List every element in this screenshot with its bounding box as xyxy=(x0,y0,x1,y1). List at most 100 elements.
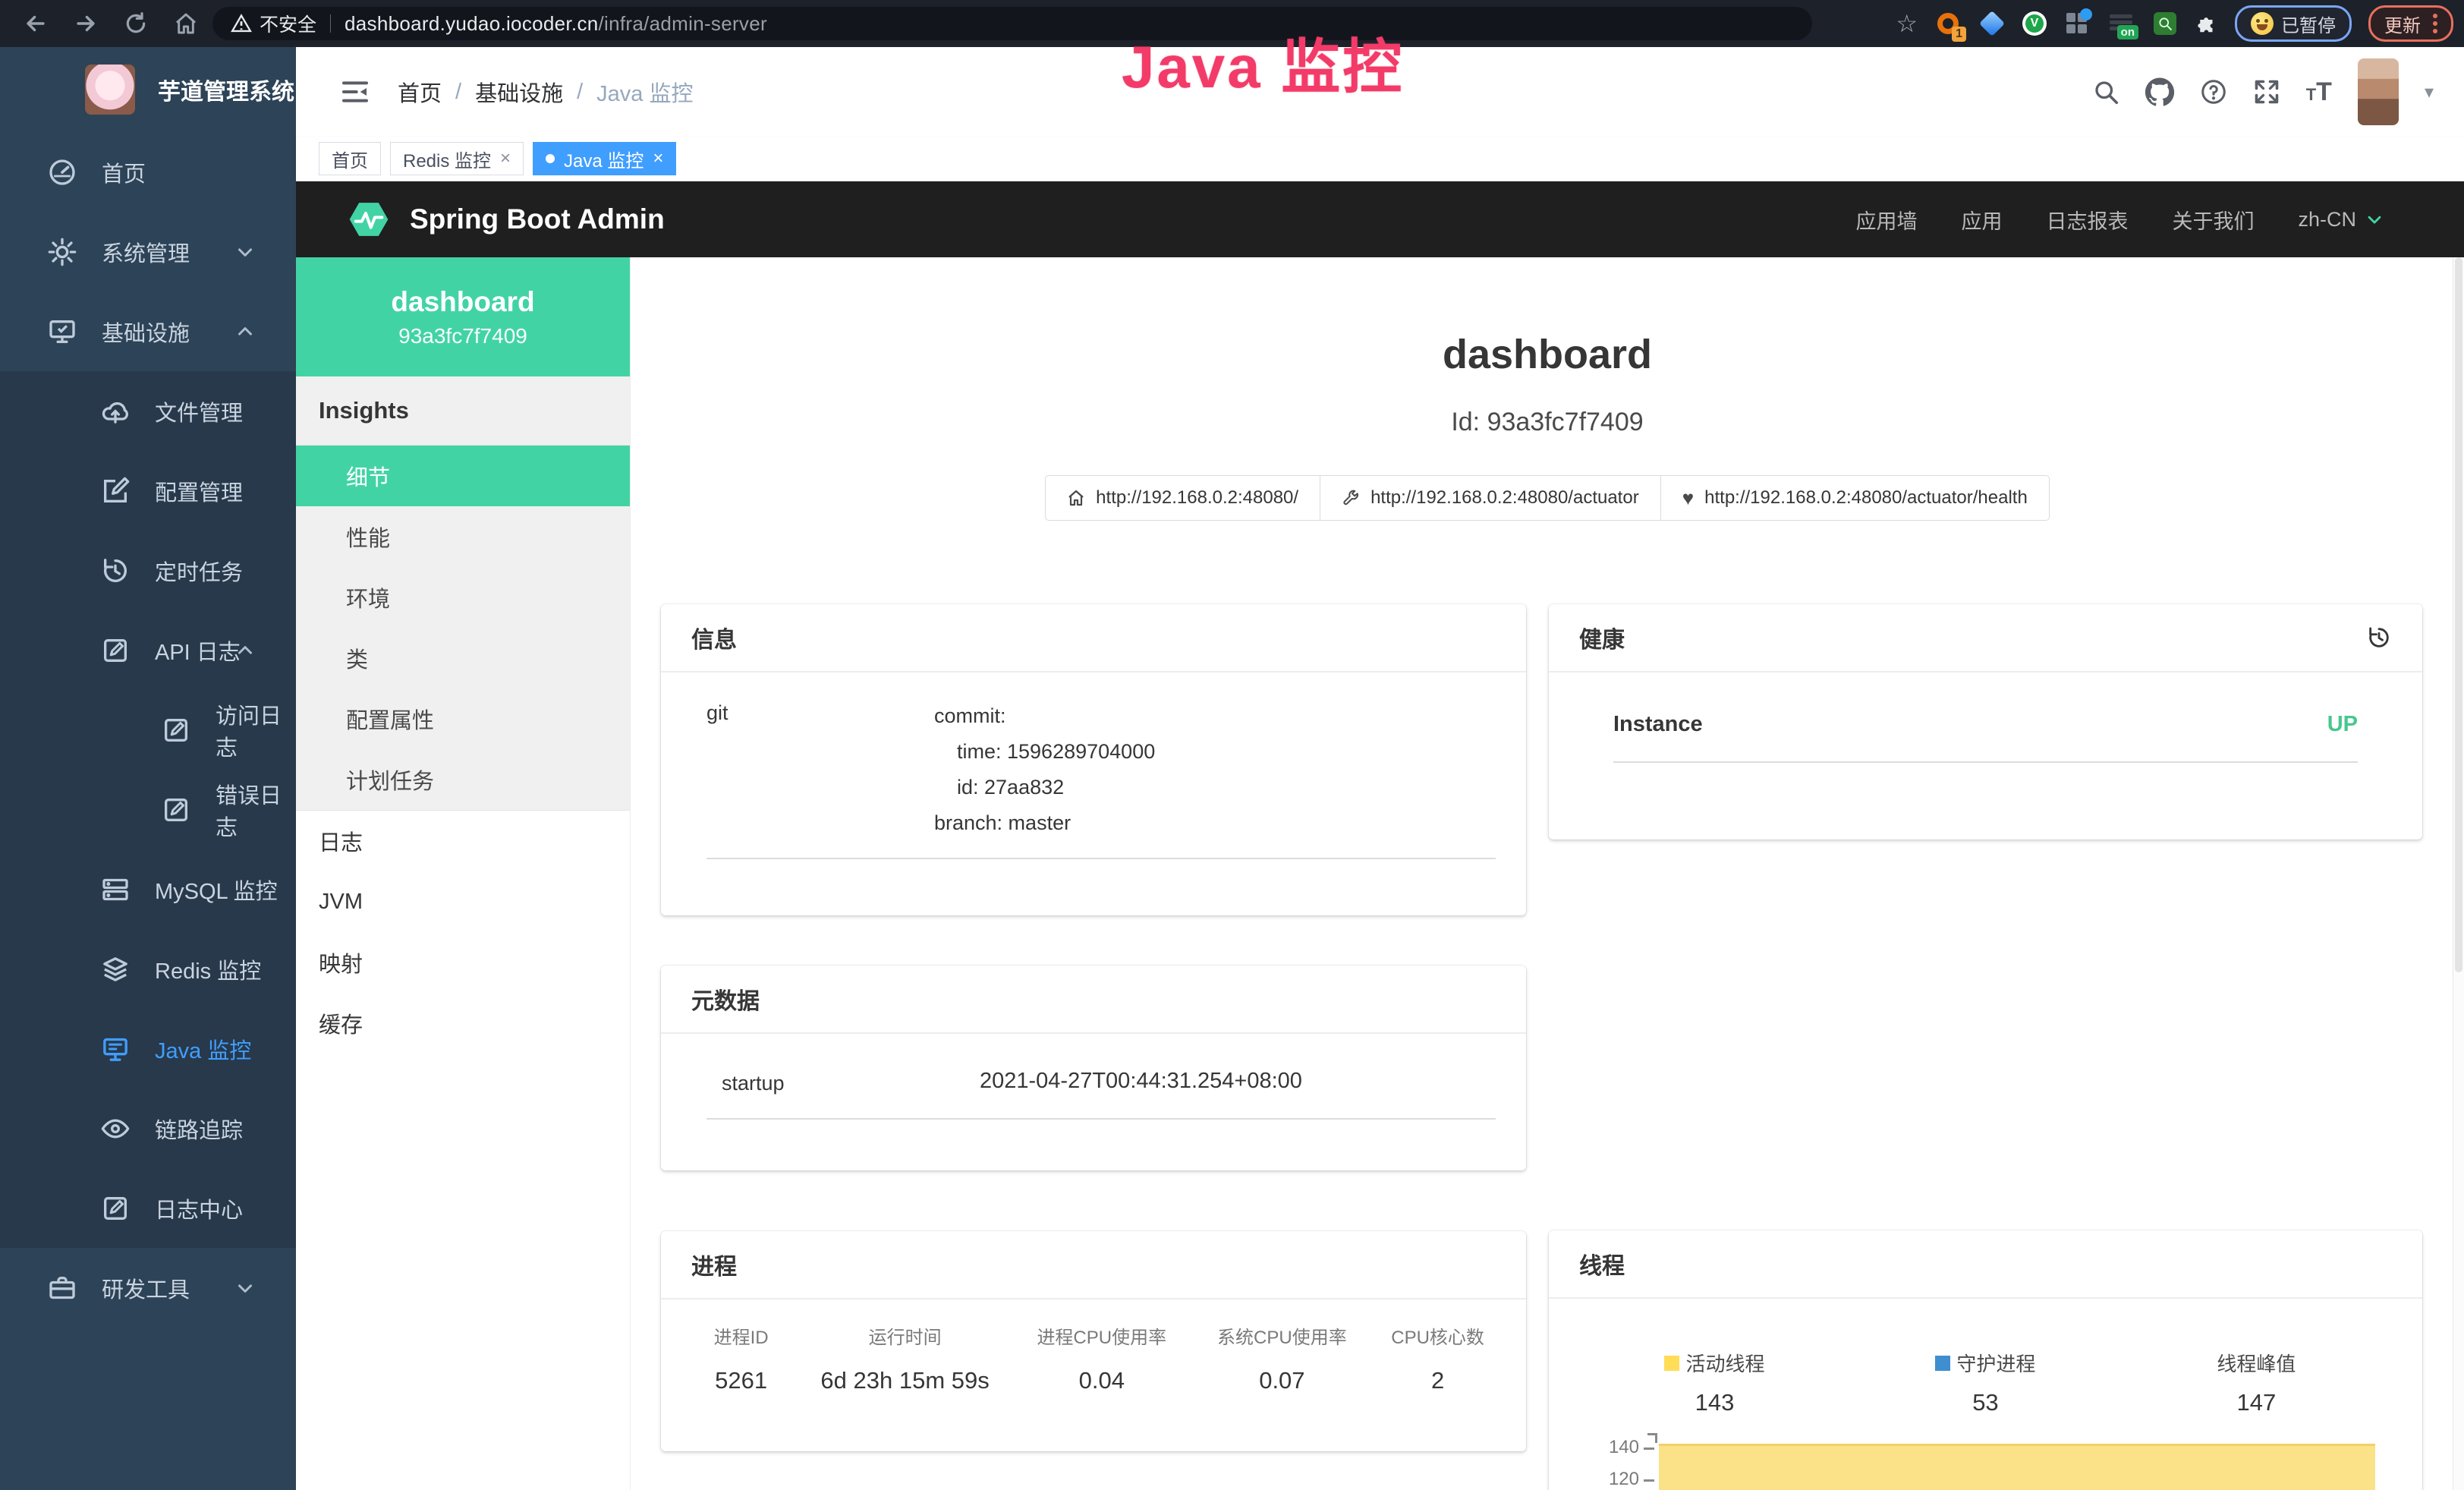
daemon-threads-swatch xyxy=(1935,1356,1950,1371)
extension-colorzilla-icon[interactable]: 1 xyxy=(1934,10,1962,37)
font-size-icon[interactable]: TT xyxy=(2306,80,2332,103)
browser-reload-button[interactable] xyxy=(121,9,150,38)
paused-profile-badge[interactable]: 已暂停 xyxy=(2235,5,2352,42)
gear-icon xyxy=(47,237,77,267)
instance-nav-environment[interactable]: 环境 xyxy=(296,567,630,628)
info-row-value: commit: time: 1596289704000 id: 27aa832 … xyxy=(934,698,1155,841)
tab-home[interactable]: 首页 xyxy=(319,142,381,175)
browser-menu-icon[interactable] xyxy=(2433,14,2437,33)
sidebar-item-infrastructure[interactable]: 基础设施 xyxy=(0,291,296,371)
sba-language-select[interactable]: zh-CN xyxy=(2298,208,2385,232)
scrollbar-thumb[interactable] xyxy=(2455,257,2462,972)
tab-redis-monitor[interactable]: Redis 监控 × xyxy=(390,142,524,175)
browser-home-button[interactable] xyxy=(172,9,200,38)
legend-live-threads: 活动线程 143 xyxy=(1579,1349,1850,1416)
sba-title[interactable]: Spring Boot Admin xyxy=(410,203,665,235)
sidebar-item-tracing[interactable]: 链路追踪 xyxy=(0,1088,296,1168)
health-history-icon[interactable] xyxy=(2366,625,2392,650)
instance-id-line: Id: 93a3fc7f7409 xyxy=(631,407,2464,437)
extension-grid-icon[interactable] xyxy=(2063,10,2091,37)
extensions-puzzle-icon[interactable] xyxy=(2195,12,2218,35)
sidebar-item-system-management[interactable]: 系统管理 xyxy=(0,212,296,291)
extension-switch-on-icon[interactable]: on xyxy=(2107,10,2135,37)
instance-nav-mappings[interactable]: 映射 xyxy=(296,932,630,993)
url-separator xyxy=(330,14,331,33)
log-icon xyxy=(161,715,191,745)
content-scrollbar[interactable] xyxy=(2453,257,2464,1490)
github-icon[interactable] xyxy=(2145,77,2174,106)
log-icon xyxy=(100,635,131,666)
browser-back-button[interactable] xyxy=(21,9,50,38)
process-col-cpu-cores: CPU核心数 2 xyxy=(1372,1322,1503,1394)
security-label[interactable]: 不安全 xyxy=(260,10,316,37)
app-logo-row[interactable]: 芋道管理系统 xyxy=(0,47,296,132)
instance-nav-details[interactable]: 细节 xyxy=(296,446,630,506)
sidebar-item-error-logs[interactable]: 错误日志 xyxy=(0,770,296,849)
browser-forward-button[interactable] xyxy=(71,9,100,38)
legend-peak-threads: 线程峰值 147 xyxy=(2121,1349,2392,1416)
extension-green-search-icon[interactable] xyxy=(2151,10,2179,37)
browser-update-button[interactable]: 更新 xyxy=(2368,5,2453,42)
sidebar-item-file-management[interactable]: 文件管理 xyxy=(0,371,296,451)
instance-base-url-button[interactable]: http://192.168.0.2:48080/ xyxy=(1045,475,1320,521)
threads-card-title: 线程 xyxy=(1579,1247,1625,1281)
instance-header[interactable]: dashboard 93a3fc7f7409 xyxy=(296,257,630,376)
sba-nav-about[interactable]: 关于我们 xyxy=(2172,205,2254,235)
header-search-icon[interactable] xyxy=(2092,78,2119,106)
instance-sidebar: dashboard 93a3fc7f7409 Insights 细节 性能 环境… xyxy=(296,257,631,1490)
instance-actuator-url-button[interactable]: http://192.168.0.2:48080/actuator xyxy=(1320,475,1661,521)
fullscreen-icon[interactable] xyxy=(2253,78,2280,106)
spring-boot-admin-logo-icon[interactable] xyxy=(345,195,393,244)
instance-nav-metrics[interactable]: 性能 xyxy=(296,506,630,567)
user-menu-caret-icon[interactable]: ▾ xyxy=(2425,81,2434,103)
breadcrumb-infrastructure[interactable]: 基础设施 xyxy=(475,76,563,108)
close-icon[interactable]: × xyxy=(653,148,663,169)
peak-threads-value: 147 xyxy=(2121,1389,2392,1416)
url-path: /infra/admin-server xyxy=(599,12,767,35)
bookmark-star-icon[interactable]: ☆ xyxy=(1896,11,1918,36)
sidebar-item-java-monitor[interactable]: Java 监控 xyxy=(0,1009,296,1088)
health-instance-row[interactable]: Instance UP xyxy=(1613,712,2358,737)
home-icon xyxy=(1067,489,1085,507)
instance-nav-logs[interactable]: 日志 xyxy=(296,811,630,871)
daemon-threads-value: 53 xyxy=(1850,1389,2121,1416)
close-icon[interactable]: × xyxy=(500,148,511,169)
tab-java-monitor[interactable]: Java 监控 × xyxy=(533,142,676,175)
instance-nav-classes[interactable]: 类 xyxy=(296,628,630,688)
sidebar-toggle-hamburger-icon[interactable] xyxy=(340,77,370,107)
sba-nav-wallboard[interactable]: 应用墙 xyxy=(1855,205,1917,235)
instance-nav-config-props[interactable]: 配置属性 xyxy=(296,688,630,749)
sidebar-menu: 首页 系统管理 基础设施 文件管理 xyxy=(0,132,296,1490)
health-card-title: 健康 xyxy=(1579,621,1625,654)
sidebar-item-home[interactable]: 首页 xyxy=(0,132,296,212)
extension-kite-icon[interactable] xyxy=(1978,10,2006,37)
extension-v-icon[interactable]: V xyxy=(2022,11,2047,36)
sba-nav-journal[interactable]: 日志报表 xyxy=(2046,205,2128,235)
sidebar-item-access-logs[interactable]: 访问日志 xyxy=(0,690,296,770)
breadcrumb-current: Java 监控 xyxy=(596,76,693,108)
sidebar-item-mysql-monitor[interactable]: MySQL 监控 xyxy=(0,849,296,929)
process-col-system-cpu: 系统CPU使用率 0.07 xyxy=(1192,1322,1373,1394)
breadcrumb: 首页 / 基础设施 / Java 监控 xyxy=(398,76,693,108)
sba-nav-applications[interactable]: 应用 xyxy=(1961,205,2002,235)
briefcase-icon xyxy=(47,1273,77,1303)
address-bar[interactable]: 不安全 dashboard.yudao.iocoder.cn/infra/adm… xyxy=(212,7,1812,40)
metadata-row-value: 2021-04-27T00:44:31.254+08:00 xyxy=(980,1069,1302,1095)
instance-nav-jvm[interactable]: JVM xyxy=(296,871,630,932)
sidebar-item-api-logs[interactable]: API 日志 xyxy=(0,610,296,690)
instance-nav-scheduled-tasks[interactable]: 计划任务 xyxy=(296,749,630,810)
security-warning-icon[interactable] xyxy=(231,13,252,34)
instance-nav-caches[interactable]: 缓存 xyxy=(296,993,630,1054)
instance-health-url-button[interactable]: ♥ http://192.168.0.2:48080/actuator/heal… xyxy=(1660,475,2050,521)
sidebar-item-config-management[interactable]: 配置管理 xyxy=(0,451,296,531)
user-avatar[interactable] xyxy=(2358,58,2399,125)
page-title: dashboard xyxy=(631,329,2464,380)
breadcrumb-home[interactable]: 首页 xyxy=(398,76,442,108)
sidebar-item-scheduled-tasks[interactable]: 定时任务 xyxy=(0,531,296,610)
row-divider xyxy=(706,1118,1496,1120)
sidebar-item-dev-tools[interactable]: 研发工具 xyxy=(0,1248,296,1328)
process-card: 进程 进程ID 5261 运行时间 6d 23h 15m 5 xyxy=(661,1231,1526,1451)
sidebar-item-redis-monitor[interactable]: Redis 监控 xyxy=(0,929,296,1009)
help-icon[interactable] xyxy=(2200,78,2227,106)
sidebar-item-log-center[interactable]: 日志中心 xyxy=(0,1168,296,1248)
